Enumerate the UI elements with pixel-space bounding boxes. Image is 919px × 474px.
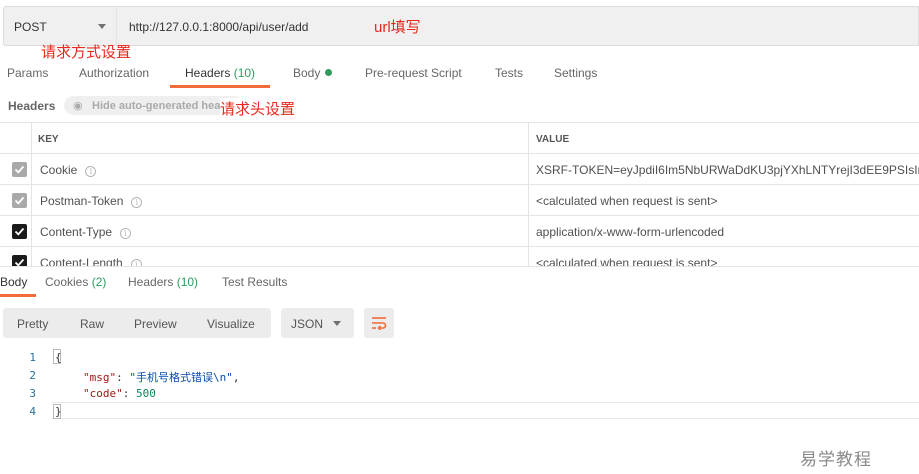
headers-annotation: 请求头设置 <box>220 98 298 119</box>
key-column-header: KEY <box>38 134 59 145</box>
json-value-msg: "手机号格式错误\n" <box>129 371 233 384</box>
method-annotation: 请求方式设置 <box>41 44 132 61</box>
line-number: 4 <box>29 405 36 418</box>
tab-params[interactable]: Params <box>7 66 48 80</box>
json-key-msg: "msg" <box>83 371 117 384</box>
line-number: 1 <box>29 351 36 364</box>
chevron-down-icon <box>333 321 341 326</box>
tab-headers-label: Headers <box>185 66 231 80</box>
view-pretty[interactable]: Pretty <box>17 317 48 331</box>
row-checkbox[interactable] <box>12 162 27 177</box>
cookies-label: Cookies <box>45 275 89 289</box>
headers-table: KEY VALUE Cookie i XSRF-TOKEN=eyJpdiI6Im5… <box>0 122 919 266</box>
response-tab-test-results[interactable]: Test Results <box>222 275 287 289</box>
eye-off-icon: ◉ <box>73 100 83 112</box>
header-value: XSRF-TOKEN=eyJpdiI6Im5NbURWaDdKU3pjYXhLN… <box>536 163 919 177</box>
header-value: application/x-www-form-urlencoded <box>536 225 725 239</box>
header-key-text: Content-Length <box>40 256 123 266</box>
url-input[interactable]: http://127.0.0.1:8000/api/user/add <box>116 6 919 46</box>
response-body-editor[interactable]: 1 2 3 4 { "msg": "手机号格式错误\n", "code": 50… <box>0 348 919 423</box>
resp-headers-label: Headers <box>128 275 174 289</box>
body-indicator-dot <box>325 69 333 76</box>
header-key-text: Cookie <box>40 163 78 177</box>
cookies-count: (2) <box>91 275 107 289</box>
table-row: Cookie i XSRF-TOKEN=eyJpdiI6Im5NbURWaDdKU… <box>0 154 919 185</box>
row-checkbox[interactable] <box>12 193 27 208</box>
tab-settings[interactable]: Settings <box>554 66 597 80</box>
code-line-msg: "msg": "手机号格式错误\n", <box>83 371 240 384</box>
json-value-code: 500 <box>136 387 156 400</box>
header-key-text: Content-Type <box>40 225 113 239</box>
info-icon: i <box>120 228 132 239</box>
info-icon: i <box>131 197 143 208</box>
request-bar: POST http://127.0.0.1:8000/api/user/add <box>0 0 919 46</box>
current-line-highlight <box>52 402 919 419</box>
wrap-lines-button[interactable] <box>364 308 394 338</box>
table-row: Content-Length i <calculated when request… <box>0 247 919 266</box>
code-open-brace: { <box>55 351 62 364</box>
tab-tests[interactable]: Tests <box>495 66 523 80</box>
url-text: http://127.0.0.1:8000/api/user/add <box>129 20 309 34</box>
resp-headers-count: (10) <box>176 275 199 289</box>
info-icon: i <box>130 259 142 266</box>
wrap-lines-icon <box>372 317 387 330</box>
header-key: Postman-Token i <box>40 194 143 208</box>
info-icon: i <box>85 166 97 177</box>
response-tab-headers[interactable]: Headers (10) <box>128 275 198 289</box>
view-mode-group: Pretty Raw Preview Visualize <box>3 308 271 338</box>
row-checkbox[interactable] <box>12 224 27 239</box>
response-active-indicator <box>0 294 36 297</box>
response-tab-body[interactable]: Body <box>0 275 27 289</box>
view-raw[interactable]: Raw <box>80 317 104 331</box>
format-select[interactable]: JSON <box>281 308 354 338</box>
line-number: 3 <box>29 387 36 400</box>
view-preview[interactable]: Preview <box>134 317 177 331</box>
header-key: Content-Type i <box>40 225 132 239</box>
tab-headers-count: (10) <box>233 66 256 80</box>
chevron-down-icon <box>98 24 106 29</box>
line-number: 2 <box>29 369 36 382</box>
tab-body-label: Body <box>293 66 321 80</box>
tab-pre-request-script[interactable]: Pre-request Script <box>365 66 462 80</box>
watermark: 易学教程 <box>800 450 872 469</box>
value-column-header: VALUE <box>536 134 570 145</box>
code-line-code: "code": 500 <box>83 387 156 400</box>
tab-authorization[interactable]: Authorization <box>79 66 149 80</box>
format-label: JSON <box>291 317 324 331</box>
response-tab-cookies[interactable]: Cookies (2) <box>45 275 106 289</box>
hide-auto-generated-button[interactable]: ◉ Hide auto-generated headers <box>64 96 244 115</box>
method-label: POST <box>14 20 47 34</box>
response-divider <box>0 266 919 267</box>
header-key: Content-Length i <box>40 256 142 266</box>
header-key-text: Postman-Token <box>40 194 124 208</box>
row-checkbox[interactable] <box>12 255 27 266</box>
table-row: Content-Type i application/x-www-form-url… <box>0 216 919 247</box>
view-visualize[interactable]: Visualize <box>207 317 255 331</box>
code-close-brace: } <box>55 405 62 418</box>
header-key: Cookie i <box>40 163 97 177</box>
header-value: <calculated when request is sent> <box>536 256 718 266</box>
url-annotation: url填写 <box>374 19 421 36</box>
json-key-code: "code" <box>83 387 123 400</box>
tab-body[interactable]: Body <box>293 66 333 80</box>
method-select[interactable]: POST <box>3 6 116 46</box>
table-row: Postman-Token i <calculated when request … <box>0 185 919 216</box>
tab-headers[interactable]: Headers (10) <box>185 66 255 80</box>
header-value: <calculated when request is sent> <box>536 194 718 208</box>
headers-title: Headers <box>8 99 56 113</box>
active-tab-indicator <box>170 85 270 88</box>
